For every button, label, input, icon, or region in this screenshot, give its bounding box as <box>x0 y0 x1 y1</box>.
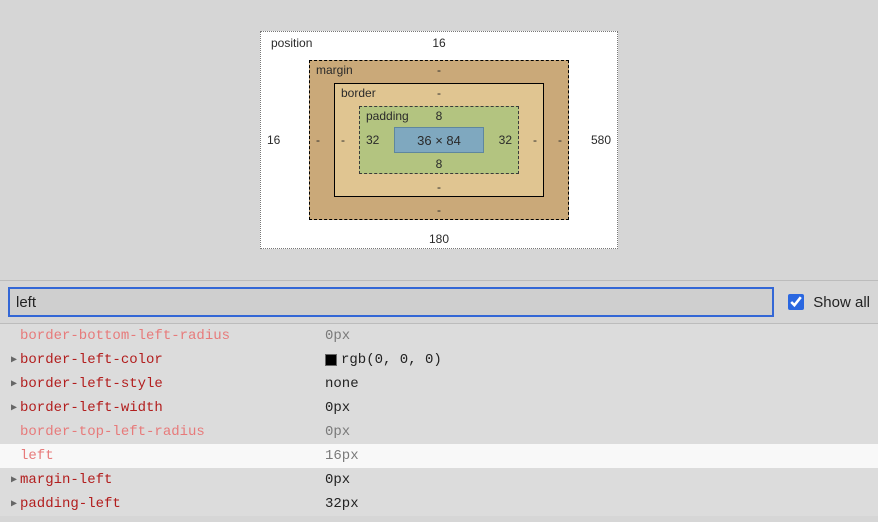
box-margin-right[interactable]: - <box>558 133 562 147</box>
show-all-label: Show all <box>813 294 870 311</box>
prop-value: 32px <box>325 496 359 512</box>
prop-value-text: 0px <box>325 472 350 488</box>
prop-row-margin-left[interactable]: ▶margin-left0px <box>0 468 878 492</box>
box-padding-label: padding <box>366 109 409 123</box>
box-margin-label: margin <box>316 63 353 77</box>
box-padding-left[interactable]: 32 <box>366 133 379 147</box>
color-swatch-icon[interactable] <box>325 354 337 366</box>
disclosure-triangle-icon[interactable]: ▶ <box>8 474 20 486</box>
prop-value-text: 0px <box>325 400 350 416</box>
show-all-toggle[interactable]: Show all <box>784 291 870 313</box>
prop-name: border-left-style <box>20 376 325 392</box>
box-position-left[interactable]: 16 <box>267 133 280 147</box>
box-margin-left[interactable]: - <box>316 133 320 147</box>
prop-value: 0px <box>325 400 350 416</box>
box-position-label: position <box>271 36 312 50</box>
prop-row-border-left-style[interactable]: ▶border-left-stylenone <box>0 372 878 396</box>
show-all-checkbox[interactable] <box>788 294 804 310</box>
computed-property-list: border-bottom-left-radius0px▶border-left… <box>0 324 878 516</box>
prop-value-text: 32px <box>325 496 359 512</box>
box-content-size[interactable]: 36 × 84 <box>394 127 484 153</box>
prop-row-padding-left[interactable]: ▶padding-left32px <box>0 492 878 516</box>
prop-row-left[interactable]: left16px <box>0 444 878 468</box>
prop-name: border-bottom-left-radius <box>20 328 325 344</box>
prop-name: border-top-left-radius <box>20 424 325 440</box>
disclosure-triangle-icon[interactable]: ▶ <box>8 498 20 510</box>
prop-row-border-top-left-radius[interactable]: border-top-left-radius0px <box>0 420 878 444</box>
disclosure-triangle-icon[interactable]: ▶ <box>8 354 20 366</box>
prop-value: 0px <box>325 424 350 440</box>
prop-row-border-left-color[interactable]: ▶border-left-color rgb(0, 0, 0) <box>0 348 878 372</box>
prop-name: border-left-color <box>20 352 325 368</box>
prop-name: border-left-width <box>20 400 325 416</box>
disclosure-triangle-icon[interactable]: ▶ <box>8 402 20 414</box>
filter-input[interactable] <box>8 287 774 317</box>
box-model-viewer: position 16 580 180 16 margin - - - - bo… <box>0 0 878 280</box>
box-padding-top[interactable]: 8 <box>436 109 443 123</box>
prop-value-text: 16px <box>325 448 359 464</box>
box-position-bottom[interactable]: 180 <box>429 232 449 246</box>
prop-value-text: rgb(0, 0, 0) <box>341 352 442 368</box>
box-padding-right[interactable]: 32 <box>499 133 512 147</box>
box-border-top[interactable]: - <box>437 86 441 100</box>
box-padding[interactable]: padding 8 32 8 32 36 × 84 <box>359 106 519 174</box>
box-position-top[interactable]: 16 <box>432 36 445 50</box>
box-border-right[interactable]: - <box>533 133 537 147</box>
box-border-bottom[interactable]: - <box>437 180 441 194</box>
prop-value: 0px <box>325 328 350 344</box>
prop-value: 16px <box>325 448 359 464</box>
disclosure-triangle-icon[interactable]: ▶ <box>8 378 20 390</box>
prop-value-text: 0px <box>325 424 350 440</box>
prop-row-border-left-width[interactable]: ▶border-left-width0px <box>0 396 878 420</box>
box-position-right[interactable]: 580 <box>591 133 611 147</box>
box-margin[interactable]: margin - - - - border - - - - padding 8 … <box>309 60 569 220</box>
prop-value-text: none <box>325 376 359 392</box>
prop-value-text: 0px <box>325 328 350 344</box>
box-border[interactable]: border - - - - padding 8 32 8 32 36 × 84 <box>334 83 544 197</box>
box-padding-bottom[interactable]: 8 <box>436 157 443 171</box>
box-border-label: border <box>341 86 376 100</box>
prop-value: rgb(0, 0, 0) <box>325 352 442 368</box>
box-position[interactable]: position 16 580 180 16 margin - - - - bo… <box>260 31 618 249</box>
prop-value: 0px <box>325 472 350 488</box>
box-margin-top[interactable]: - <box>437 63 441 77</box>
filter-bar: Show all <box>0 280 878 324</box>
prop-name: padding-left <box>20 496 325 512</box>
prop-name: margin-left <box>20 472 325 488</box>
box-margin-bottom[interactable]: - <box>437 203 441 217</box>
box-border-left[interactable]: - <box>341 133 345 147</box>
prop-name: left <box>20 448 325 464</box>
prop-row-border-bottom-left-radius[interactable]: border-bottom-left-radius0px <box>0 324 878 348</box>
prop-value: none <box>325 376 359 392</box>
